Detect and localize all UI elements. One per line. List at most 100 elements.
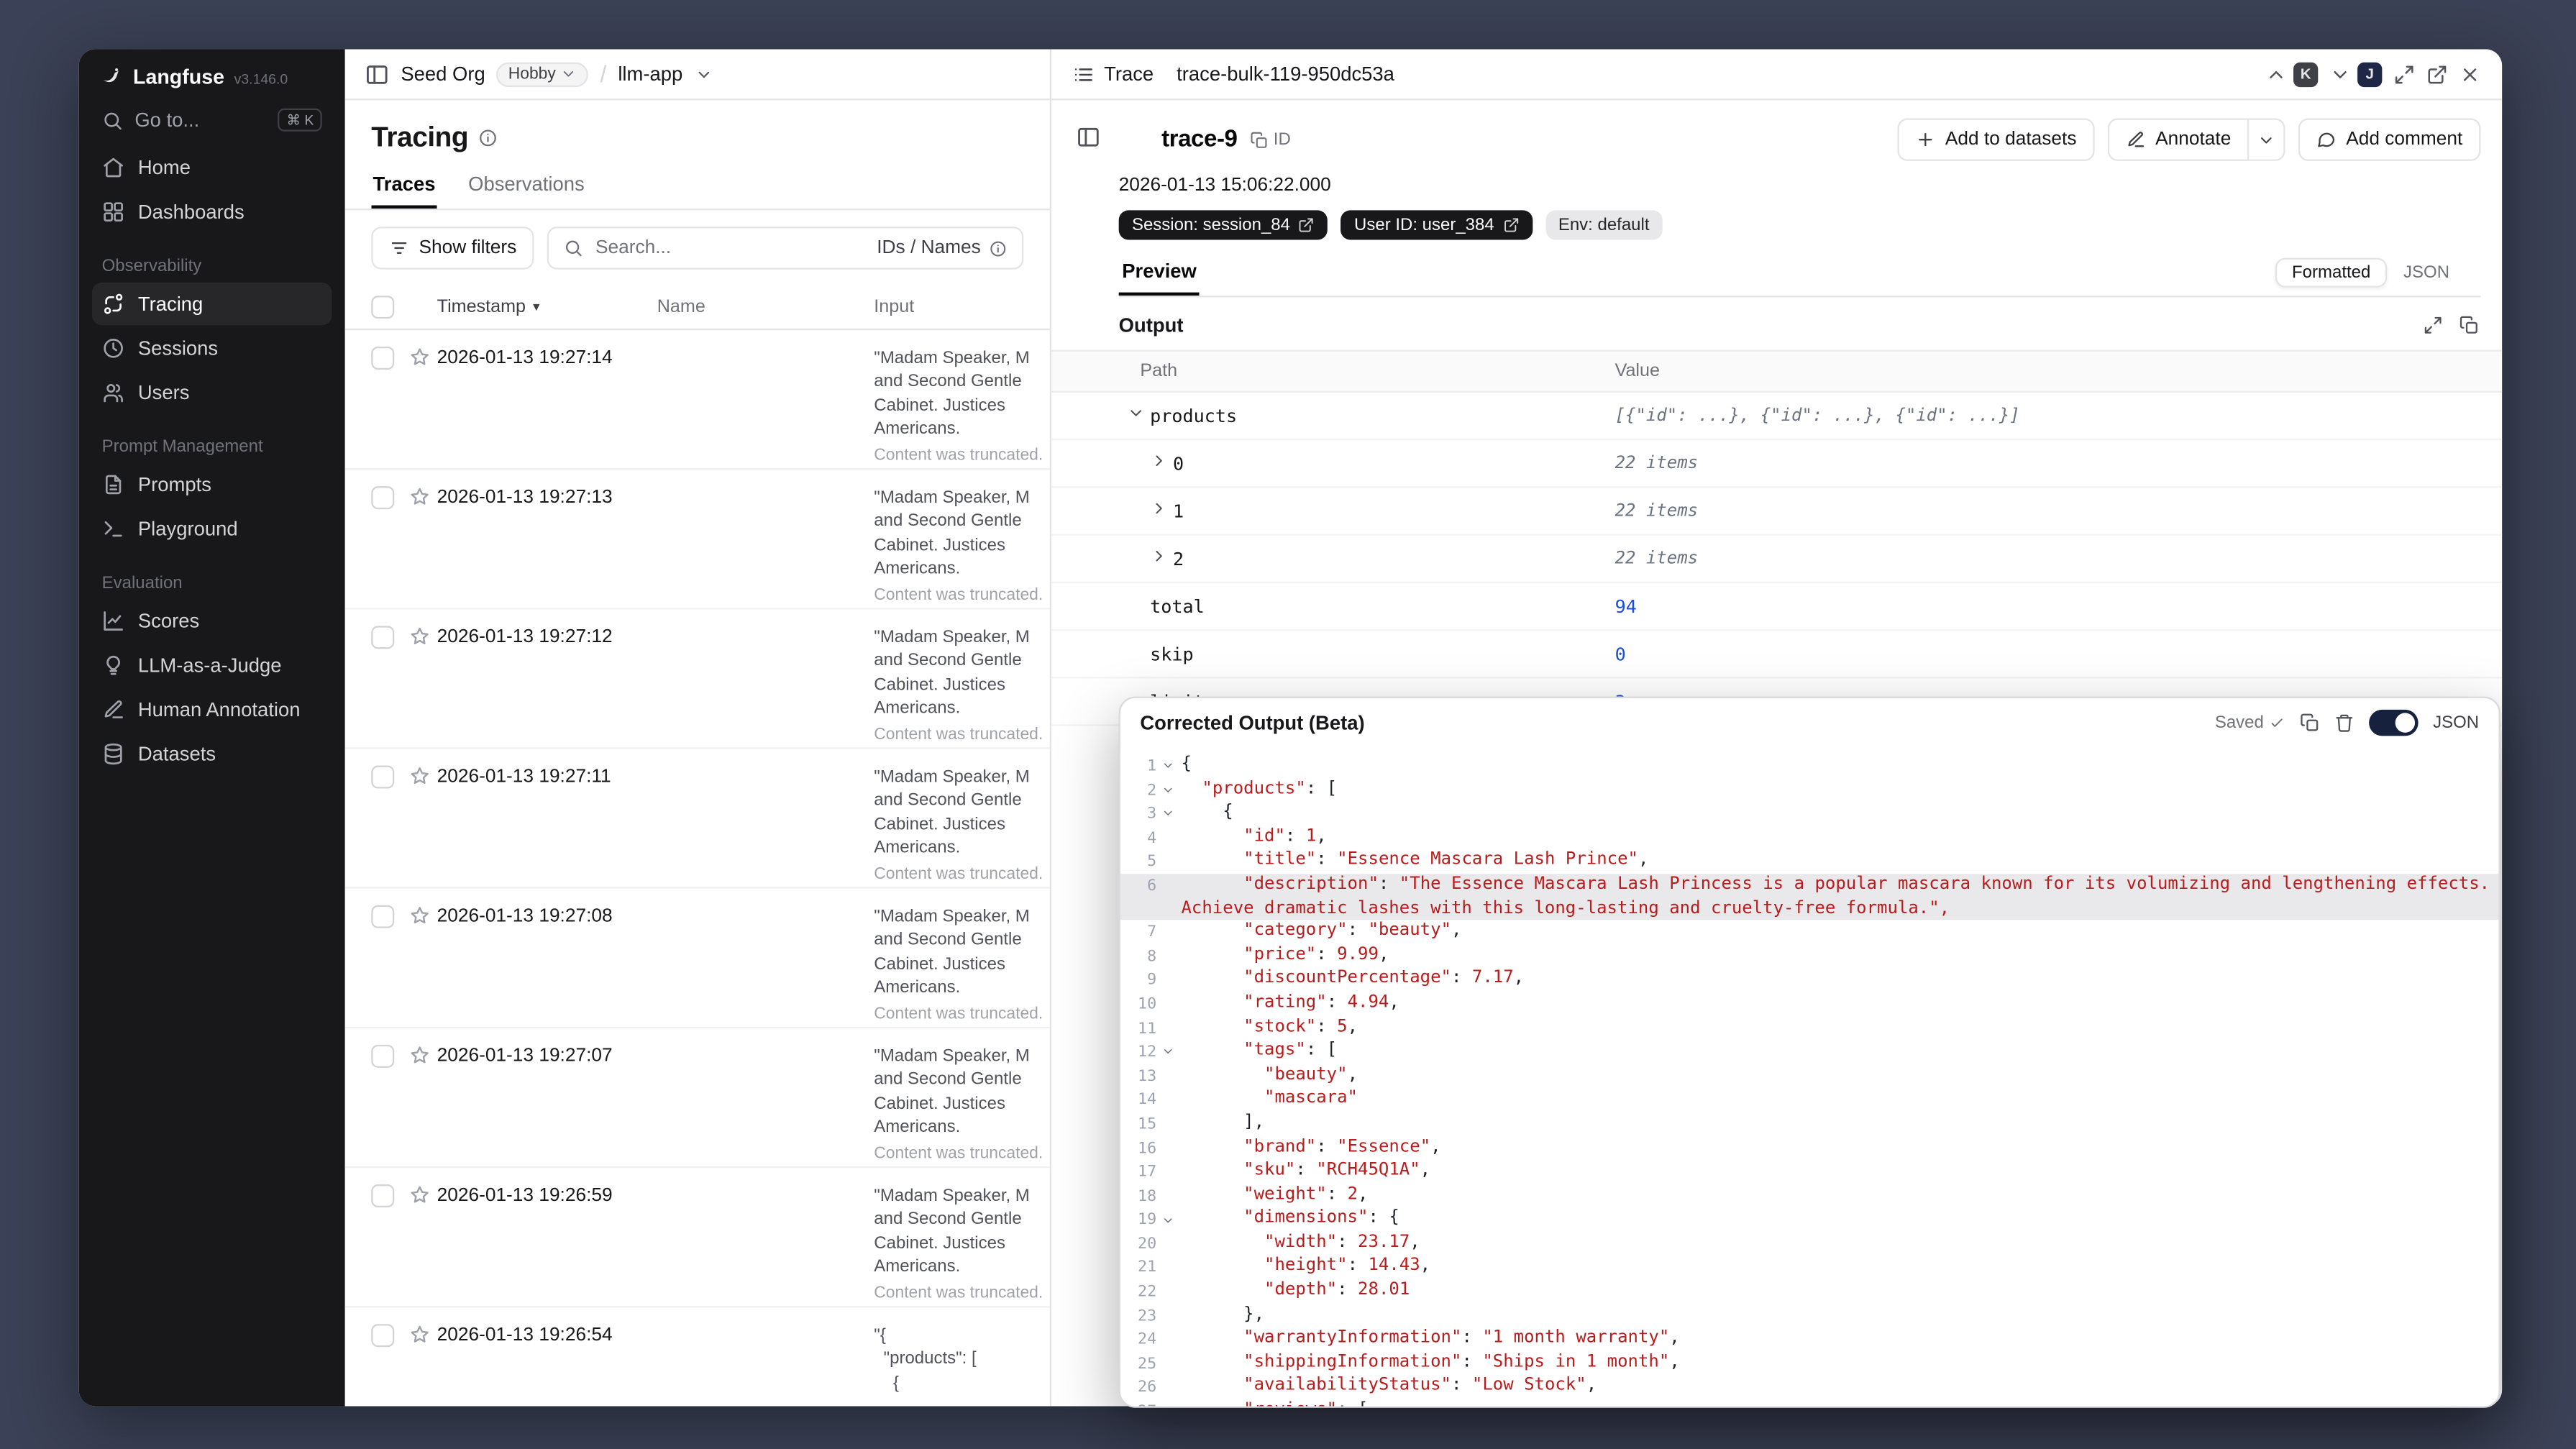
- goto-search-button[interactable]: Go to... ⌘ K: [92, 100, 332, 140]
- sidebar-item-human-annotation[interactable]: Human Annotation: [92, 689, 332, 731]
- code-line: 7 "category": "beauty",: [1120, 920, 2499, 944]
- info-icon[interactable]: [989, 239, 1007, 257]
- copy-id-button[interactable]: ID: [1251, 129, 1291, 150]
- sidebar-item-sessions[interactable]: Sessions: [92, 327, 332, 370]
- trace-row[interactable]: 2026-01-13 19:27:12 "Madam Speaker, Mand…: [344, 610, 1050, 749]
- bookmark-star-icon[interactable]: [401, 1168, 437, 1206]
- trace-row[interactable]: 2026-01-13 19:27:14 "Madam Speaker, Mand…: [344, 330, 1050, 470]
- row-checkbox[interactable]: [371, 486, 395, 510]
- sidebar-item-datasets[interactable]: Datasets: [92, 733, 332, 775]
- row-checkbox[interactable]: [371, 1184, 395, 1208]
- row-checkbox[interactable]: [371, 1044, 395, 1068]
- bookmark-star-icon[interactable]: [401, 1307, 437, 1345]
- sidebar-item-llm-as-a-judge[interactable]: LLM-as-a-Judge: [92, 644, 332, 687]
- bookmark-star-icon[interactable]: [401, 330, 437, 368]
- json-mode-toggle[interactable]: [2369, 709, 2419, 736]
- saved-label: Saved: [2214, 713, 2264, 733]
- json-code-editor[interactable]: 1 { 2 "products": [ 3 { 4 "id": 1, 5 "ti…: [1120, 747, 2499, 1406]
- fold-chevron-icon[interactable]: [1156, 1208, 1178, 1232]
- row-checkbox[interactable]: [371, 347, 395, 370]
- bookmark-star-icon[interactable]: [401, 610, 437, 648]
- langfuse-logo-icon: [99, 64, 123, 88]
- plan-badge[interactable]: Hobby: [496, 61, 589, 86]
- sidebar-item-playground[interactable]: Playground: [92, 508, 332, 550]
- json-option[interactable]: JSON: [2393, 260, 2459, 286]
- trace-row[interactable]: 2026-01-13 19:27:08 "Madam Speaker, Mand…: [344, 889, 1050, 1029]
- show-filters-button[interactable]: Show filters: [371, 227, 535, 270]
- trace-row[interactable]: 2026-01-13 19:26:59 "Madam Speaker, Mand…: [344, 1168, 1050, 1308]
- line-number: 27: [1120, 1399, 1156, 1406]
- session-badge[interactable]: Session: session_84: [1118, 210, 1328, 240]
- open-in-new-icon[interactable]: [2426, 63, 2448, 85]
- page-title-row: Tracing: [345, 100, 1050, 159]
- add-comment-button[interactable]: Add comment: [2298, 118, 2481, 161]
- search-scope-select[interactable]: IDs / Names: [877, 238, 1007, 258]
- row-input-preview: "{ "products": [ {: [874, 1325, 977, 1393]
- line-number: 24: [1138, 1330, 1157, 1350]
- env-badge-label: Env: default: [1558, 215, 1650, 235]
- row-input-preview: "Madam Speaker, Mand Second Gentle Cabine…: [874, 330, 1049, 466]
- output-row-1[interactable]: 1 22 items: [1051, 488, 2503, 536]
- add-to-datasets-button[interactable]: Add to datasets: [1897, 118, 2095, 161]
- expand-output-icon[interactable]: [2423, 316, 2442, 335]
- project-switcher-chevron-icon[interactable]: [694, 65, 712, 83]
- output-row-0[interactable]: 0 22 items: [1051, 440, 2503, 488]
- sidebar-item-scores[interactable]: Scores: [92, 600, 332, 642]
- output-row-products[interactable]: products [{"id": ...}, {"id": ...}, {"id…: [1051, 393, 2503, 441]
- column-timestamp[interactable]: Timestamp ▼: [437, 297, 657, 316]
- fold-chevron-icon[interactable]: [1156, 778, 1178, 802]
- row-checkbox[interactable]: [371, 765, 395, 789]
- tab-observations[interactable]: Observations: [467, 166, 586, 209]
- search-input[interactable]: Search... IDs / Names: [547, 227, 1024, 270]
- session-badge-label: Session: session_84: [1131, 215, 1290, 235]
- detail-sidebar-toggle[interactable]: [1076, 125, 1100, 158]
- sidebar-item-dashboards[interactable]: Dashboards: [92, 191, 332, 233]
- tab-traces[interactable]: Traces: [371, 166, 437, 209]
- bookmark-star-icon[interactable]: [401, 1028, 437, 1066]
- trace-row[interactable]: 2026-01-13 19:27:11 "Madam Speaker, Mand…: [344, 749, 1050, 889]
- copy-output-icon[interactable]: [2459, 316, 2479, 335]
- code-line: 12 "tags": [: [1120, 1040, 2499, 1064]
- next-trace-button[interactable]: J: [2329, 61, 2383, 86]
- prev-trace-button[interactable]: K: [2265, 61, 2319, 86]
- annotate-button[interactable]: Annotate: [2107, 118, 2250, 161]
- row-checkbox[interactable]: [371, 1324, 395, 1348]
- org-name[interactable]: Seed Org: [401, 63, 485, 86]
- output-row-2[interactable]: 2 22 items: [1051, 536, 2503, 583]
- page-title: Tracing: [371, 122, 469, 153]
- sidebar-item-tracing[interactable]: Tracing: [91, 283, 332, 326]
- copy-code-icon[interactable]: [2300, 713, 2319, 732]
- bookmark-star-icon[interactable]: [401, 889, 437, 927]
- user-badge[interactable]: User ID: user_384: [1340, 210, 1533, 240]
- trace-row[interactable]: 2026-01-13 19:27:13 "Madam Speaker, Mand…: [344, 470, 1050, 610]
- fold-chevron-icon[interactable]: [1156, 802, 1178, 826]
- expand-icon[interactable]: [2393, 63, 2415, 85]
- truncated-note: Content was truncated.: [874, 446, 1043, 465]
- bookmark-star-icon[interactable]: [401, 470, 437, 508]
- tab-preview[interactable]: Preview: [1119, 260, 1200, 296]
- line-number: 13: [1138, 1067, 1157, 1086]
- trace-row[interactable]: 2026-01-13 19:27:07 "Madam Speaker, Mand…: [344, 1028, 1050, 1169]
- sidebar-item-prompts[interactable]: Prompts: [92, 464, 332, 506]
- sidebar-item-label: LLM-as-a-Judge: [137, 654, 282, 677]
- row-checkbox[interactable]: [371, 626, 395, 649]
- project-name[interactable]: llm-app: [618, 63, 682, 86]
- row-checkbox[interactable]: [371, 905, 395, 928]
- select-all-checkbox[interactable]: [371, 296, 395, 319]
- sidebar-item-home[interactable]: Home: [92, 147, 332, 189]
- copy-icon: [1251, 131, 1269, 149]
- formatted-option[interactable]: Formatted: [2275, 257, 2388, 288]
- bookmark-star-icon[interactable]: [401, 749, 437, 787]
- judge-icon: [102, 654, 125, 677]
- info-icon[interactable]: [478, 128, 498, 147]
- fold-chevron-icon[interactable]: [1156, 1040, 1178, 1064]
- sidebar-item-users[interactable]: Users: [92, 372, 332, 414]
- fold-chevron-icon[interactable]: [1156, 1399, 1178, 1406]
- fold-chevron-icon[interactable]: [1156, 754, 1178, 778]
- sidebar-collapse-icon[interactable]: [365, 62, 389, 86]
- trace-row[interactable]: 2026-01-13 19:26:54 "{ "products": [ {: [345, 1307, 1050, 1406]
- delete-icon[interactable]: [2334, 713, 2354, 732]
- close-icon[interactable]: [2459, 63, 2481, 85]
- row-timestamp: 2026-01-13 19:27:08: [437, 906, 613, 927]
- annotate-dropdown-button[interactable]: [2249, 118, 2285, 161]
